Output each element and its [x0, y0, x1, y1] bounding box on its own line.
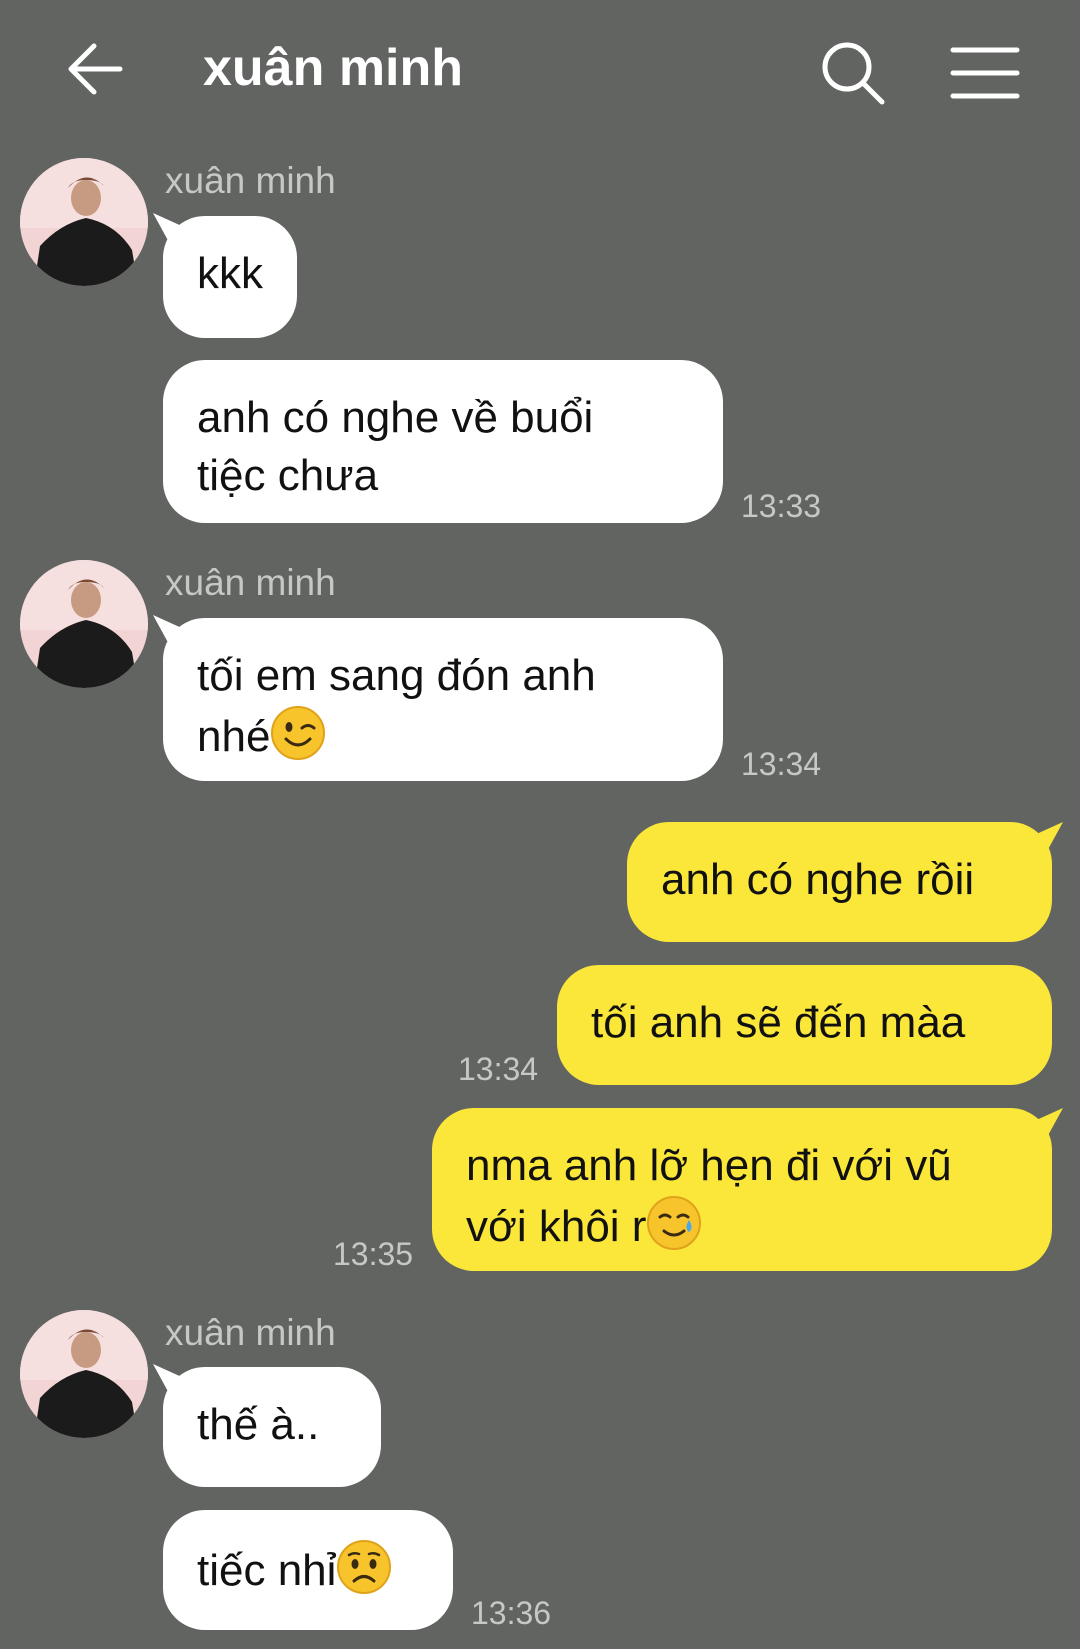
hamburger-menu-icon[interactable] — [950, 46, 1020, 100]
message-bubble[interactable]: thế à.. — [163, 1367, 381, 1487]
message-timestamp: 13:34 — [741, 746, 822, 782]
sender-name: xuân minh — [165, 562, 336, 603]
back-arrow-icon[interactable] — [66, 40, 124, 98]
message-text-line: anh có nghe về buổi — [197, 393, 594, 442]
message-bubble[interactable]: nma anh lỡ hẹn đi với vũ với khôi r — [432, 1108, 1052, 1271]
message-bubble[interactable]: tiếc nhỉ — [163, 1510, 453, 1630]
sender-name: xuân minh — [165, 160, 336, 201]
message-text: tiếc nhỉ — [197, 1546, 337, 1595]
smiling-face-with-tear-emoji — [646, 1195, 702, 1251]
message-bubble[interactable]: anh có nghe rồii — [627, 822, 1052, 942]
message-timestamp: 13:33 — [741, 488, 822, 524]
message-text: thế à.. — [197, 1400, 320, 1449]
message-text-line: với khôi r — [466, 1202, 647, 1251]
message-text: tối anh sẽ đến màa — [591, 998, 966, 1047]
message-bubble[interactable]: tối em sang đón anh nhé — [163, 618, 723, 781]
chat-title: xuân minh — [203, 39, 464, 97]
avatar[interactable] — [20, 1310, 148, 1438]
message-bubble[interactable]: anh có nghe về buổi tiệc chưa — [163, 360, 723, 523]
winking-face-emoji — [270, 705, 326, 761]
message-text-line: nhé — [197, 712, 271, 761]
message-bubble[interactable]: tối anh sẽ đến màa — [557, 965, 1052, 1085]
message-timestamp: 13:34 — [458, 1051, 539, 1087]
message-text-line: nma anh lỡ hẹn đi với vũ — [466, 1141, 952, 1190]
message-text: anh có nghe rồii — [661, 855, 975, 904]
message-bubble[interactable]: kkk — [163, 216, 297, 338]
worried-face-emoji — [336, 1539, 392, 1595]
avatar[interactable] — [20, 158, 148, 286]
message-timestamp: 13:35 — [333, 1236, 414, 1272]
avatar[interactable] — [20, 560, 148, 688]
message-timestamp: 13:36 — [471, 1595, 552, 1631]
sender-name: xuân minh — [165, 1312, 336, 1353]
search-icon[interactable] — [820, 40, 886, 106]
message-text: kkk — [197, 249, 263, 298]
message-text-line: tối em sang đón anh — [197, 651, 596, 700]
message-text-line: tiệc chưa — [197, 451, 379, 500]
